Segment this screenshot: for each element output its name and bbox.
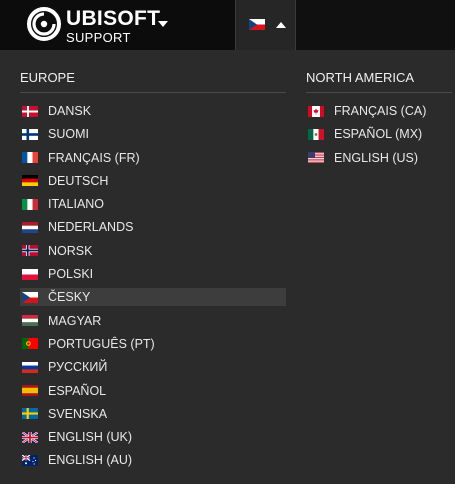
language-option-us[interactable]: ENGLISH (US) [306, 149, 452, 167]
language-label: ENGLISH (AU) [48, 453, 133, 468]
north-america-language-list: FRANÇAIS (CA) ESPAÑOL (MX) ENGLISH (US) [306, 102, 452, 167]
german-flag-icon [22, 175, 38, 187]
language-option-dk[interactable]: DANSK [20, 102, 286, 120]
language-label: NORSK [48, 243, 93, 258]
region-title-europe: EUROPE [20, 70, 286, 93]
language-label: SUOMI [48, 127, 89, 142]
language-label: ESPAÑOL [48, 383, 107, 398]
language-label: POLSKI [48, 267, 94, 282]
language-option-mx[interactable]: ESPAÑOL (MX) [306, 125, 452, 143]
language-option-pl[interactable]: POLSKI [20, 265, 286, 283]
language-option-au[interactable]: ENGLISH (AU) [20, 451, 286, 469]
uk-flag-icon [22, 431, 38, 443]
hungarian-flag-icon [22, 315, 38, 327]
language-label: РУССКИЙ [48, 360, 108, 375]
czech-flag-icon [22, 291, 38, 303]
language-option-it[interactable]: ITALIANO [20, 195, 286, 213]
language-option-ca[interactable]: FRANÇAIS (CA) [306, 102, 452, 120]
region-north-america: NORTH AMERICA FRANÇAIS (CA) ESPAÑOL (MX) E… [306, 70, 452, 172]
region-title-north-america: NORTH AMERICA [306, 70, 452, 93]
ubisoft-support-menu[interactable]: UBISOFT SUPPORT [0, 0, 235, 50]
language-label: ESPAÑOL (MX) [334, 127, 423, 142]
czech-flag-icon [249, 19, 265, 30]
brand-name: UBISOFT [66, 7, 161, 30]
language-label: MAGYAR [48, 313, 102, 328]
europe-language-list: DANSK SUOMI FRANÇAIS (FR) DEUTSCH ITALIANO NE… [20, 102, 286, 469]
swedish-flag-icon [22, 408, 38, 420]
chevron-down-icon [158, 21, 168, 27]
language-label: FRANÇAIS (CA) [334, 104, 427, 118]
language-option-fr[interactable]: FRANÇAIS (FR) [20, 149, 286, 167]
language-label: FRANÇAIS (FR) [48, 150, 140, 165]
chevron-up-icon [276, 22, 286, 28]
us-flag-icon [308, 152, 324, 164]
language-option-gb[interactable]: ENGLISH (UK) [20, 428, 286, 446]
french-flag-icon [22, 152, 38, 164]
language-option-pt[interactable]: PORTUGUÊS (PT) [20, 335, 286, 353]
dutch-flag-icon [22, 221, 38, 233]
language-label: NEDERLANDS [48, 220, 134, 235]
portuguese-flag-icon [22, 338, 38, 350]
russian-flag-icon [22, 361, 38, 373]
language-option-es[interactable]: ESPAÑOL [20, 382, 286, 400]
spanish-flag-icon [22, 385, 38, 397]
language-label: ITALIANO [48, 197, 105, 212]
language-option-de[interactable]: DEUTSCH [20, 172, 286, 190]
mexican-flag-icon [308, 128, 324, 140]
language-label: SVENSKA [48, 406, 108, 421]
ubisoft-swirl-icon [27, 7, 61, 41]
language-option-hu[interactable]: MAGYAR [20, 312, 286, 330]
norwegian-flag-icon [22, 245, 38, 257]
polish-flag-icon [22, 268, 38, 280]
finnish-flag-icon [22, 128, 38, 140]
canadian-flag-icon [308, 105, 324, 117]
language-option-fi[interactable]: SUOMI [20, 125, 286, 143]
region-europe: EUROPE DANSK SUOMI FRANÇAIS (FR) DEUTSCH ITA… [20, 70, 286, 475]
top-bar: UBISOFT SUPPORT [0, 0, 455, 50]
language-option-nl[interactable]: NEDERLANDS [20, 218, 286, 236]
language-label: ENGLISH (UK) [48, 430, 133, 445]
language-label: ČESKY [48, 290, 91, 305]
danish-flag-icon [22, 105, 38, 117]
language-selector-button[interactable] [235, 0, 296, 50]
language-option-se[interactable]: SVENSKA [20, 405, 286, 423]
language-option-no[interactable]: NORSK [20, 242, 286, 260]
language-option-cz[interactable]: ČESKY [20, 288, 286, 307]
language-option-ru[interactable]: РУССКИЙ [20, 358, 286, 376]
brand-subtitle: SUPPORT [66, 30, 131, 45]
language-label: PORTUGUÊS (PT) [48, 336, 155, 351]
australian-flag-icon [22, 454, 38, 466]
language-label: DANSK [48, 104, 92, 118]
language-label: ENGLISH (US) [334, 150, 419, 165]
italian-flag-icon [22, 198, 38, 210]
language-label: DEUTSCH [48, 173, 109, 188]
